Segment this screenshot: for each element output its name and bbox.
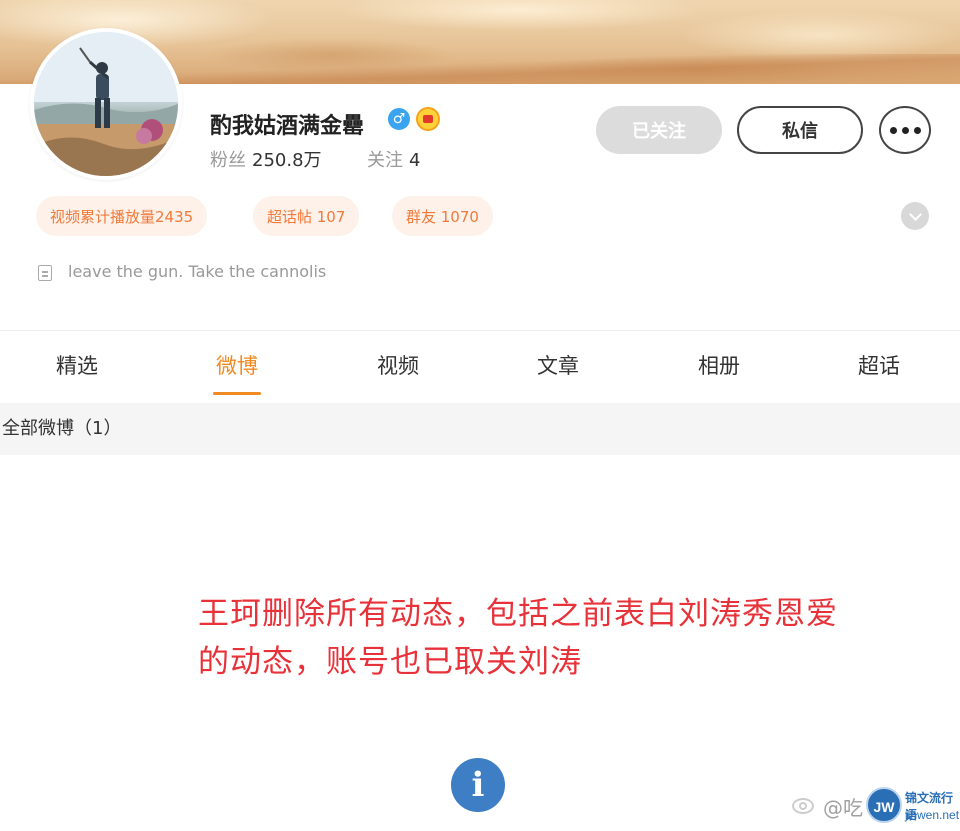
following-count: 4 xyxy=(409,150,421,171)
bio-document-icon xyxy=(38,265,52,281)
tab-featured[interactable]: 精选 xyxy=(32,350,122,380)
annotation-text: 王珂删除所有动态，包括之前表白刘涛秀恩爱 的动态，账号也已取关刘涛 xyxy=(198,590,938,686)
super-topic-posts-tag[interactable]: 超话帖 107 xyxy=(253,196,360,236)
info-icon: i xyxy=(451,758,505,812)
male-gender-icon: ♂ xyxy=(388,108,410,130)
jinwen-logo: JW xyxy=(866,787,902,823)
annotation-line-1: 王珂删除所有动态，包括之前表白刘涛秀恩爱 xyxy=(198,596,838,632)
all-weibo-filter[interactable]: 全部微博（1） xyxy=(0,403,960,455)
vip-badge-icon[interactable] xyxy=(416,107,440,131)
tab-articles[interactable]: 文章 xyxy=(513,350,603,380)
tab-albums[interactable]: 相册 xyxy=(674,350,764,380)
fans-count: 250.8万 xyxy=(252,150,322,171)
avatar-photo xyxy=(34,32,178,176)
tab-super-topics[interactable]: 超话 xyxy=(834,350,924,380)
weibo-eye-pupil xyxy=(799,802,807,810)
weibo-watermark-icon xyxy=(790,790,820,818)
following-stat[interactable]: 关注 4 xyxy=(367,146,420,172)
watermark-handle: @吃 xyxy=(823,796,863,820)
group-friends-tag[interactable]: 群友 1070 xyxy=(392,196,493,236)
more-options-button[interactable] xyxy=(879,106,931,154)
followed-button[interactable]: 已关注 xyxy=(596,106,722,154)
annotation-line-2: 的动态，账号也已取关刘涛 xyxy=(198,644,582,680)
active-tab-indicator xyxy=(213,392,261,395)
tab-weibo[interactable]: 微博 xyxy=(192,350,282,380)
following-label: 关注 xyxy=(367,150,403,171)
watermark-url: jinwen.net xyxy=(905,808,960,822)
more-dot-icon xyxy=(901,126,909,134)
bio-text: leave the gun. Take the cannolis xyxy=(68,262,327,281)
tabs-divider xyxy=(0,330,960,331)
expand-chevron-button[interactable] xyxy=(901,202,929,230)
chevron-down-icon xyxy=(908,207,922,221)
avatar[interactable] xyxy=(30,28,182,180)
tab-videos[interactable]: 视频 xyxy=(353,350,443,380)
message-button[interactable]: 私信 xyxy=(737,106,863,154)
more-dot-icon xyxy=(913,126,921,134)
username: 酌我姑酒满金罍 xyxy=(210,114,365,139)
video-plays-tag[interactable]: 视频累计播放量2435 xyxy=(36,196,208,236)
fans-label: 粉丝 xyxy=(210,150,246,171)
fans-stat[interactable]: 粉丝 250.8万 xyxy=(210,146,322,172)
more-dot-icon xyxy=(889,126,897,134)
